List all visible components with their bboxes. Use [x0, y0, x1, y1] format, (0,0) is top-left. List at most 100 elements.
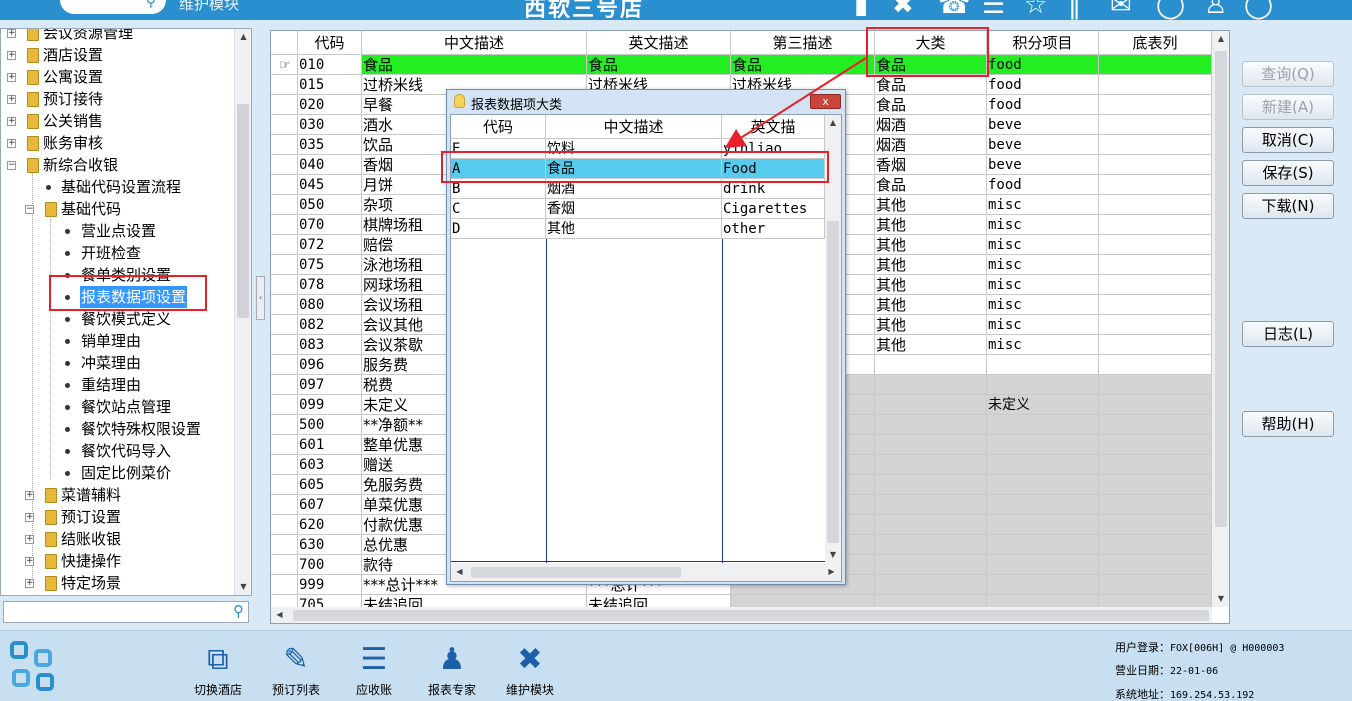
cell-base[interactable]: [1099, 135, 1212, 155]
row-indicator[interactable]: [271, 175, 298, 195]
column-header-base[interactable]: 底表列: [1099, 31, 1212, 55]
column-header-third[interactable]: 第三描述: [731, 31, 875, 55]
expand-icon[interactable]: +: [25, 513, 34, 522]
star-icon[interactable]: ☆: [1024, 0, 1047, 20]
tree-item-reverse-reason[interactable]: 冲菜理由: [45, 352, 235, 374]
cell-points[interactable]: misc: [987, 235, 1099, 255]
cell-base[interactable]: [1099, 475, 1212, 495]
cell-en[interactable]: 食品: [587, 55, 731, 75]
tools-icon[interactable]: ✖: [892, 0, 914, 20]
cell-points[interactable]: food: [987, 175, 1099, 195]
expand-icon[interactable]: +: [25, 557, 34, 566]
cell-base[interactable]: [1099, 55, 1212, 75]
cell-points[interactable]: food: [987, 55, 1099, 75]
cell-code[interactable]: 630: [298, 535, 362, 555]
expand-icon[interactable]: +: [7, 73, 16, 82]
scroll-up-icon[interactable]: ▲: [235, 29, 251, 45]
row-indicator[interactable]: [271, 255, 298, 275]
tree-item-special-permissions[interactable]: 餐饮特殊权限设置: [45, 418, 235, 440]
cell-points[interactable]: [987, 535, 1099, 555]
menu-icon[interactable]: ☰: [982, 0, 1005, 20]
collapse-icon[interactable]: −: [25, 205, 34, 214]
cell-base[interactable]: [1099, 255, 1212, 275]
booking-list-button[interactable]: ✎ 预订列表: [261, 641, 331, 698]
new-button[interactable]: 新建(A): [1242, 94, 1334, 120]
dialog-title-bar[interactable]: 报表数据项大类 x: [447, 90, 845, 114]
cell-cat[interactable]: 其他: [875, 315, 987, 335]
tree-item-shift-check[interactable]: 开班检查: [45, 242, 235, 264]
cell-third[interactable]: 食品: [731, 55, 875, 75]
cell-cat[interactable]: 其他: [875, 255, 987, 275]
cell-base[interactable]: [1099, 155, 1212, 175]
tree-search-input[interactable]: ⚲: [3, 601, 249, 623]
cell-code[interactable]: 015: [298, 75, 362, 95]
tree-item-base-code[interactable]: − 基础代码: [25, 198, 235, 220]
maintenance-button[interactable]: ✖ 维护模块: [495, 641, 565, 698]
cell-code[interactable]: 040: [298, 155, 362, 175]
cell-cat[interactable]: 其他: [875, 215, 987, 235]
cell-cat[interactable]: [875, 475, 987, 495]
cell-code[interactable]: 603: [298, 455, 362, 475]
row-indicator[interactable]: [271, 455, 298, 475]
grid-vertical-scrollbar[interactable]: ▲ ▼: [1212, 31, 1229, 607]
cell-points[interactable]: [987, 575, 1099, 595]
cell-points[interactable]: [987, 475, 1099, 495]
row-indicator[interactable]: [271, 395, 298, 415]
row-indicator[interactable]: [271, 95, 298, 115]
receivable-button[interactable]: ☰ 应收账: [339, 641, 409, 698]
cell-cat[interactable]: [875, 575, 987, 595]
cell-cat[interactable]: 其他: [875, 235, 987, 255]
scroll-down-icon[interactable]: ▼: [235, 579, 251, 595]
row-indicator[interactable]: [271, 275, 298, 295]
cell-base[interactable]: [1099, 355, 1212, 375]
row-indicator[interactable]: [271, 75, 298, 95]
switch-hotel-button[interactable]: ⧉ 切换酒店: [183, 641, 253, 698]
row-indicator[interactable]: [271, 355, 298, 375]
cell-base[interactable]: [1099, 175, 1212, 195]
query-button[interactable]: 查询(Q): [1242, 61, 1334, 87]
expand-icon[interactable]: +: [7, 51, 16, 60]
expand-icon[interactable]: +: [25, 535, 34, 544]
expand-icon[interactable]: +: [7, 139, 16, 148]
cell-points[interactable]: beve: [987, 135, 1099, 155]
row-indicator[interactable]: [271, 495, 298, 515]
save-button[interactable]: 保存(S): [1242, 160, 1334, 186]
cell-points[interactable]: [987, 355, 1099, 375]
cell-base[interactable]: [1099, 455, 1212, 475]
cell-cat[interactable]: [875, 535, 987, 555]
cell-points[interactable]: food: [987, 95, 1099, 115]
help-button[interactable]: 帮助(H): [1242, 411, 1334, 437]
scroll-left-icon[interactable]: ◀: [451, 564, 468, 580]
bars-icon[interactable]: ‖: [1068, 0, 1081, 20]
expand-icon[interactable]: +: [25, 579, 34, 588]
cell-base[interactable]: [1099, 235, 1212, 255]
top-search-box[interactable]: ⚲: [60, 0, 166, 14]
report-expert-button[interactable]: ♟ 报表专家: [417, 641, 487, 698]
cell-code[interactable]: 620: [298, 515, 362, 535]
tree-item-rebill-reason[interactable]: 重结理由: [45, 374, 235, 396]
cell-code[interactable]: 096: [298, 355, 362, 375]
cell-points[interactable]: [987, 415, 1099, 435]
scroll-right-icon[interactable]: ▶: [823, 564, 840, 580]
cell-points[interactable]: [987, 555, 1099, 575]
cell-points[interactable]: misc: [987, 295, 1099, 315]
tree-item-scenarios[interactable]: + 特定场景: [25, 572, 235, 594]
cell-cat[interactable]: [875, 355, 987, 375]
cell-cat[interactable]: 食品: [875, 95, 987, 115]
row-indicator[interactable]: [271, 295, 298, 315]
cell-cat[interactable]: [875, 495, 987, 515]
cell-base[interactable]: [1099, 115, 1212, 135]
cell-cat[interactable]: [875, 515, 987, 535]
search-icon[interactable]: ⚲: [146, 0, 156, 10]
cell-cat[interactable]: 其他: [875, 295, 987, 315]
cell-code[interactable]: 607: [298, 495, 362, 515]
cell-cat[interactable]: 食品: [875, 75, 987, 95]
cell-code[interactable]: 999: [298, 575, 362, 595]
cell-code[interactable]: 035: [298, 135, 362, 155]
cell-code[interactable]: 097: [298, 375, 362, 395]
tree-item-new-pos[interactable]: − 新综合收银: [7, 154, 237, 176]
tree-item-void-reason[interactable]: 销单理由: [45, 330, 235, 352]
cell-base[interactable]: [1099, 415, 1212, 435]
tree-item-menu-ingredients[interactable]: + 菜谱辅料: [25, 484, 235, 506]
collapse-icon[interactable]: −: [7, 161, 16, 170]
